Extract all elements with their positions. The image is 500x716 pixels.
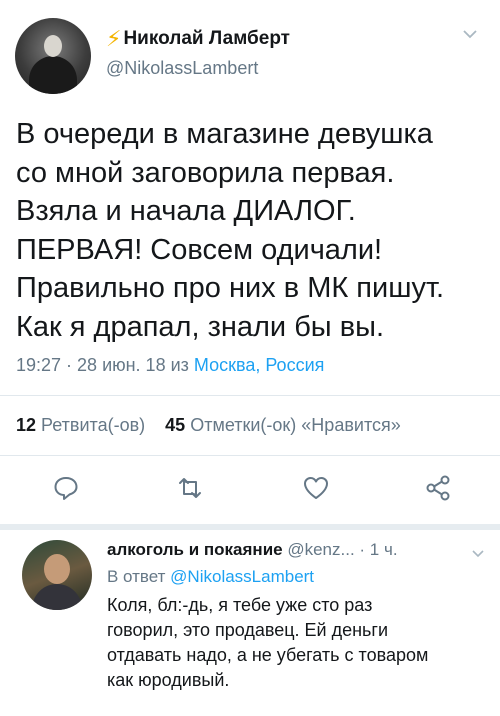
reply-display-name[interactable]: алкоголь и покаяние xyxy=(107,540,283,559)
tweet-line: ПЕРВАЯ! Совсем одичали! xyxy=(16,233,383,266)
lightning-icon: ⚡ xyxy=(106,26,122,51)
reply-line: говорил, это продавец. Ей деньги xyxy=(107,620,389,640)
reply-line: отдавать надо, а не убегать с товаром xyxy=(107,645,429,665)
reply-line: Коля, бл:-дь, я тебе уже сто раз xyxy=(107,595,373,615)
reply-header: алкоголь и покаяние @kenz... · 1 ч. xyxy=(107,540,398,560)
chevron-down-icon[interactable] xyxy=(462,26,478,44)
tweet-meta: 19:27 · 28 июн. 18 из Москва, Россия xyxy=(16,355,324,376)
reply-text: Коля, бл:-дь, я тебе уже сто раз говорил… xyxy=(107,593,492,693)
retweet-icon[interactable] xyxy=(172,470,208,506)
chevron-down-icon[interactable] xyxy=(471,545,485,563)
avatar[interactable] xyxy=(15,18,91,94)
divider xyxy=(0,395,500,396)
in-reply-to: В ответ @NikolassLambert xyxy=(107,567,314,587)
timestamp: 19:27 · 28 июн. 18 из xyxy=(16,355,194,375)
in-reply-to-prefix: В ответ xyxy=(107,567,171,586)
retweets-count[interactable]: 12 xyxy=(16,415,36,435)
action-bar xyxy=(0,470,500,510)
reply-icon[interactable] xyxy=(48,470,84,506)
divider xyxy=(0,455,500,456)
reply-handle-time[interactable]: @kenz... · 1 ч. xyxy=(287,540,397,559)
tweet-line: Как я драпал, знали бы вы. xyxy=(16,310,385,343)
retweets-label[interactable]: Ретвита(-ов) xyxy=(41,415,145,435)
tweet-stats: 12 Ретвита(-ов) 45 Отметки(-ок) «Нравитс… xyxy=(16,415,401,436)
tweet-line: со мной заговорила первая. xyxy=(16,156,395,189)
location-link[interactable]: Москва, Россия xyxy=(194,355,324,375)
tweet-line: Взяла и начала ДИАЛОГ. xyxy=(16,195,356,227)
reply-avatar[interactable] xyxy=(22,540,92,610)
reply-line: как юродивый. xyxy=(107,670,230,690)
like-icon[interactable] xyxy=(298,470,334,506)
tweet-line: Правильно про них в МК пишут. xyxy=(16,272,445,304)
share-icon[interactable] xyxy=(420,470,456,506)
mention-link[interactable]: @NikolassLambert xyxy=(170,567,314,586)
section-separator xyxy=(0,524,500,530)
tweet-text: В очереди в магазине девушка со мной заг… xyxy=(16,115,486,346)
tweet-line: В очереди в магазине девушка xyxy=(16,118,433,150)
author-handle[interactable]: @NikolassLambert xyxy=(106,58,258,79)
avatar-face xyxy=(44,554,70,584)
avatar-body xyxy=(32,584,82,610)
avatar-face xyxy=(44,35,62,57)
likes-count[interactable]: 45 xyxy=(165,415,185,435)
avatar-body xyxy=(29,56,77,94)
likes-label[interactable]: Отметки(-ок) «Нравится» xyxy=(190,415,401,435)
author-name-row[interactable]: ⚡ Николай Ламберт xyxy=(106,28,290,50)
author-display-name[interactable]: Николай Ламберт xyxy=(123,28,290,50)
